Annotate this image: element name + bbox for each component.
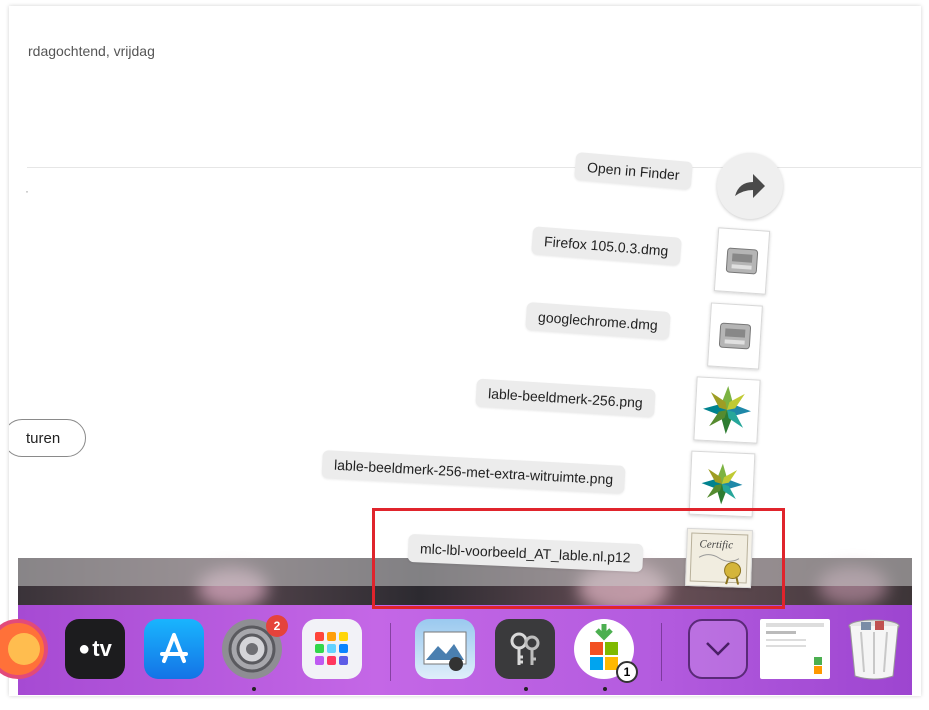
preview-photo-icon [423,631,467,671]
app-store-a-icon [160,633,188,663]
partial-mark: · [25,184,29,198]
open-in-finder-button[interactable] [717,153,783,219]
disk-image-icon[interactable] [713,227,771,295]
running-indicator [603,687,607,691]
partial-pill-button[interactable]: turen [9,419,86,457]
firefox-dock-icon[interactable] [0,619,48,679]
download-count-badge: 1 [616,661,638,683]
preview-dock-icon[interactable] [415,619,475,679]
highlight-annotation [372,508,785,609]
disk-image-icon[interactable] [707,302,763,370]
arrow-right-icon [735,174,765,198]
date-subtitle: rdagochtend, vrijdag [28,43,155,59]
launchpad-grid-icon [315,632,348,665]
apple-tv-dock-icon[interactable]: ● tv [65,619,125,679]
chevron-down-icon [706,642,730,656]
image-thumbnail-icon[interactable] [693,376,761,444]
dock-separator [661,623,662,681]
dock: ● tv 2 1 [0,605,912,695]
notification-badge: 2 [266,615,288,637]
launchpad-dock-icon[interactable] [302,619,362,679]
running-indicator [524,687,528,691]
trash-dock-icon[interactable] [844,619,904,680]
document-thumbnail-icon [766,623,824,674]
keychain-access-dock-icon[interactable] [495,619,555,679]
apple-tv-label: tv [92,636,112,661]
keys-icon [510,632,540,665]
downloads-dock-icon[interactable]: 1 [574,619,638,683]
apple-logo-icon: ● [78,637,91,660]
running-indicator [252,687,256,691]
stack-collapse-button[interactable] [688,619,748,679]
dock-separator [390,623,391,681]
system-settings-dock-icon[interactable]: 2 [222,615,288,679]
divider [27,167,921,168]
app-store-dock-icon[interactable] [144,619,204,679]
document-stack-dock-icon[interactable] [760,619,830,679]
trash-icon [848,619,900,680]
